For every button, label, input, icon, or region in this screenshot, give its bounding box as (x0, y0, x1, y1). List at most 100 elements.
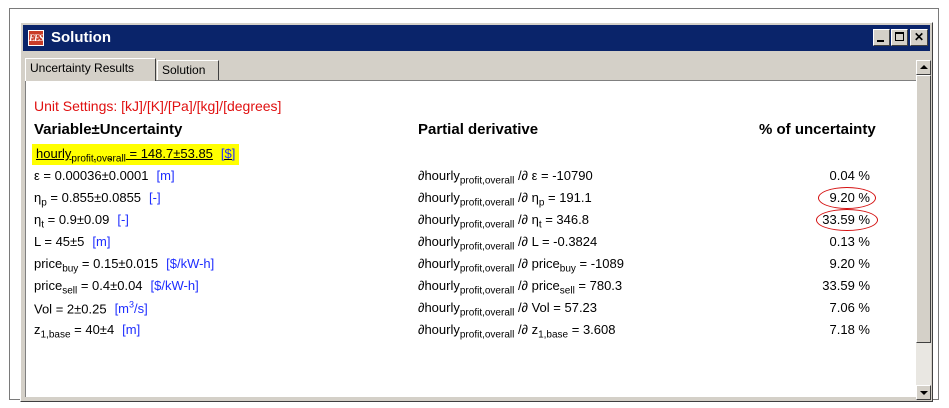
partial-objective: hourly (424, 300, 460, 315)
partial-variable: η (531, 190, 539, 205)
partial-separator: /∂ (514, 190, 532, 205)
unit-label: [-] (117, 212, 129, 227)
partial-derivative-cell: ∂hourlyprofit,overall /∂ ηt = 346.8 (418, 212, 589, 231)
partial-objective-subscript: profit,overall (459, 329, 515, 341)
variable-cell: pricebuy = 0.15±0.015 [$/kW-h] (34, 256, 214, 275)
ees-app-icon: EES (28, 30, 44, 46)
unit-label: [$/kW-h] (166, 256, 215, 271)
arrow-down-icon (920, 391, 928, 395)
variable-name: price (34, 278, 63, 293)
title-bar[interactable]: EES Solution ✕ (23, 25, 930, 51)
unit-label: [m] (156, 168, 175, 183)
unit-label: [m3/s] (114, 300, 148, 317)
partial-separator: /∂ (514, 234, 532, 249)
partial-objective: hourly (424, 234, 460, 249)
variable-value: = 40±4 (70, 322, 115, 337)
partial-separator: /∂ (514, 278, 532, 293)
variable-cell: Vol = 2±0.25 [m3/s] (34, 300, 148, 316)
unit-exponent: 3 (129, 300, 135, 310)
header-percent-uncertainty: % of uncertainty (759, 121, 876, 138)
vertical-scrollbar[interactable] (916, 60, 931, 400)
variable-subscript: 1,base (40, 329, 71, 341)
partial-separator: /∂ (514, 300, 532, 315)
variable-cell: ηp = 0.855±0.0855 [-] (34, 190, 161, 209)
variable-cell: pricesell = 0.4±0.04 [$/kW-h] (34, 278, 199, 297)
minimize-button[interactable] (873, 29, 890, 46)
variable-value: = 0.855±0.0855 (46, 190, 142, 205)
scroll-up-button[interactable] (916, 60, 931, 75)
objective-value: hourlyprofit,overall = 148.7±53.85 [$] (36, 146, 236, 165)
partial-objective-subscript: profit,overall (459, 197, 515, 209)
partial-derivative-cell: ∂hourlyprofit,overall /∂ Vol = 57.23 (418, 300, 597, 319)
objective-highlight: hourlyprofit,overall = 148.7±53.85 [$] (32, 144, 240, 165)
maximize-button[interactable] (891, 29, 908, 46)
unit-label: [-] (149, 190, 161, 205)
unit-label: [m] (92, 234, 111, 249)
results-panel: Unit Settings: [kJ]/[K]/[Pa]/[kg]/[degre… (25, 80, 916, 397)
partial-value: = 57.23 (549, 300, 598, 315)
partial-variable: price (531, 256, 560, 271)
variable-cell: z1,base = 40±4 [m] (34, 322, 140, 341)
header-variable: Variable±Uncertainty (34, 121, 183, 138)
table-row: Vol = 2±0.25 [m3/s] ∂hourlyprofit,overall … (26, 300, 916, 322)
partial-objective: hourly (424, 278, 460, 293)
partial-objective: hourly (424, 190, 460, 205)
partial-separator: /∂ (514, 212, 532, 227)
partial-value: = 780.3 (574, 278, 623, 293)
table-row: pricebuy = 0.15±0.015 [$/kW-h] ∂hourlyprof… (26, 256, 916, 278)
variable-value: = 0.15±0.015 (78, 256, 159, 271)
percent-cell: 7.18 % (829, 322, 870, 337)
variable-value: = 0.4±0.04 (77, 278, 143, 293)
annotation-circle (816, 209, 878, 231)
partial-objective: hourly (424, 212, 460, 227)
variable-value: = 45±5 (40, 234, 85, 249)
partial-objective-subscript: profit,overall (459, 285, 515, 297)
unit-label: [m] (122, 322, 141, 337)
minimize-icon (877, 40, 884, 42)
arrow-up-icon (920, 65, 928, 69)
variable-value: = 0.9±0.09 (44, 212, 110, 227)
variable-cell: ε = 0.00036±0.0001 [m] (34, 168, 175, 183)
partial-derivative-cell: ∂hourlyprofit,overall /∂ L = -0.3824 (418, 234, 597, 253)
unit-settings: Unit Settings: [kJ]/[K]/[Pa]/[kg]/[degre… (34, 98, 282, 114)
table-row: ηt = 0.9±0.09 [-] ∂hourlyprofit,overall /∂… (26, 209, 916, 234)
tab-solution[interactable]: Solution (157, 60, 219, 80)
close-button[interactable]: ✕ (910, 29, 928, 46)
percent-cell: 7.06 % (829, 300, 870, 315)
unit-label: [$/kW-h] (150, 278, 199, 293)
solution-window: EES Solution ✕ Uncertainty Results Solut… (20, 22, 933, 402)
partial-value: = -0.3824 (538, 234, 598, 249)
maximize-icon (895, 32, 904, 41)
variable-name: Vol (34, 301, 53, 317)
table-row: ηp = 0.855±0.0855 [-] ∂hourlyprofit,overal… (26, 187, 916, 212)
partial-objective-subscript: profit,overall (459, 241, 515, 253)
variable-value: = 0.00036±0.0001 (39, 168, 149, 183)
partial-objective: hourly (424, 168, 460, 183)
partial-derivative-cell: ∂hourlyprofit,overall /∂ ε = -10790 (418, 168, 593, 187)
partial-value: = 3.608 (568, 322, 616, 337)
partial-objective-subscript: profit,overall (459, 307, 515, 319)
variable-subscript: sell (62, 285, 78, 297)
table-row: L = 45±5 [m] ∂hourlyprofit,overall /∂ L = … (26, 234, 916, 256)
partial-separator: /∂ (514, 322, 532, 337)
percent-cell: 0.04 % (829, 168, 870, 183)
partial-derivative-cell: ∂hourlyprofit,overall /∂ pricebuy = -108… (418, 256, 624, 275)
percent-cell: 9.20 % (829, 256, 870, 271)
table-row: ε = 0.00036±0.0001 [m] ∂hourlyprofit,overa… (26, 168, 916, 190)
partial-objective-subscript: profit,overall (459, 263, 515, 275)
partial-variable-subscript: buy (559, 263, 576, 275)
scroll-thumb[interactable] (916, 75, 931, 343)
scroll-down-button[interactable] (916, 385, 931, 400)
partial-value: = 346.8 (541, 212, 589, 227)
partial-separator: /∂ (514, 256, 532, 271)
partial-derivative-cell: ∂hourlyprofit,overall /∂ ηp = 191.1 (418, 190, 592, 209)
tab-uncertainty-results[interactable]: Uncertainty Results (25, 58, 156, 81)
partial-objective: hourly (424, 256, 460, 271)
window-title: Solution (51, 29, 111, 46)
partial-value: = 191.1 (544, 190, 592, 205)
partial-derivative-cell: ∂hourlyprofit,overall /∂ pricesell = 780… (418, 278, 622, 297)
close-icon: ✕ (913, 30, 925, 44)
annotation-circle (818, 187, 876, 209)
header-partial-derivative: Partial derivative (418, 121, 539, 138)
percent-cell: 33.59 % (822, 278, 870, 293)
